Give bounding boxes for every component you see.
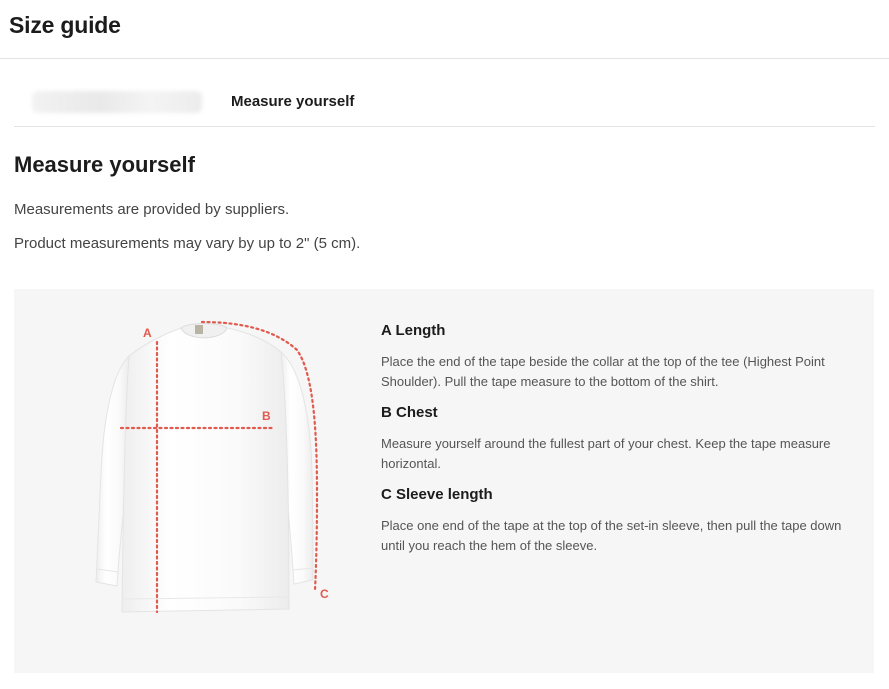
measurement-details: A Length Place the end of the tape besid… bbox=[381, 322, 851, 568]
measure-panel: A B C A Length Place the end of the tape… bbox=[14, 289, 874, 673]
tab-product-measurements[interactable] bbox=[32, 91, 202, 113]
measurement-length: A Length Place the end of the tape besid… bbox=[381, 322, 851, 392]
long-sleeve-shirt-illustration: A B C bbox=[95, 320, 329, 614]
measurement-title: C Sleeve length bbox=[381, 486, 493, 503]
measurement-description: Place one end of the tape at the top of … bbox=[381, 518, 842, 553]
suppliers-note: Measurements are provided by suppliers. bbox=[14, 201, 290, 218]
label-c: C bbox=[320, 587, 329, 601]
collar-tag bbox=[195, 325, 203, 334]
measurement-sleeve-length: C Sleeve length Place one end of the tap… bbox=[381, 486, 851, 556]
page-title: Size guide bbox=[9, 12, 121, 38]
label-b: B bbox=[262, 409, 271, 423]
measurement-title: A Length bbox=[381, 322, 446, 339]
tab-bar: Measure yourself bbox=[14, 60, 875, 127]
measurement-description: Place the end of the tape beside the col… bbox=[381, 354, 825, 389]
tab-measure-yourself[interactable]: Measure yourself bbox=[231, 93, 354, 110]
modal-header: Size guide bbox=[0, 0, 889, 59]
measurement-description: Measure yourself around the fullest part… bbox=[381, 436, 831, 471]
measurement-chest: B Chest Measure yourself around the full… bbox=[381, 404, 851, 474]
label-a: A bbox=[143, 326, 152, 340]
shirt-body bbox=[121, 327, 290, 613]
variance-note: Product measurements may vary by up to 2… bbox=[14, 235, 361, 252]
measurement-title: B Chest bbox=[381, 404, 438, 421]
section-title: Measure yourself bbox=[14, 152, 195, 177]
